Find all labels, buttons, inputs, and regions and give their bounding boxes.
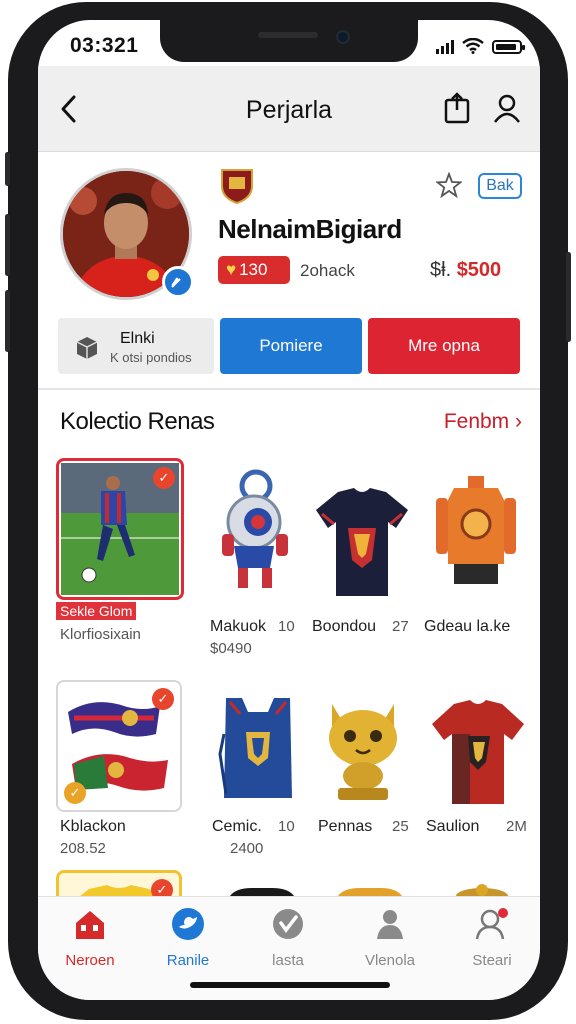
status-time: 03:321 xyxy=(70,34,139,57)
action-row: Elnki K otsi pondios Pomiere Mre opna xyxy=(58,318,520,374)
player-profile-header: Bak NelnaimBigiard ♥ 130 2ohack $ⱡ. $500 xyxy=(38,162,540,312)
info-line-2: K otsi pondios xyxy=(110,350,192,365)
profile-icon xyxy=(475,908,508,940)
collection-item[interactable]: ✓ ✓ Kblackon 208.52 xyxy=(56,680,186,870)
bird-icon xyxy=(172,908,204,940)
item-name: Sekle Glom xyxy=(56,602,137,620)
profile-subtext: 2ohack xyxy=(300,261,355,280)
item-card-frame: ✓ ✓ xyxy=(56,680,182,812)
notch xyxy=(160,20,418,62)
tab-label: Neroen xyxy=(65,952,115,969)
robot-mascot-figure-image xyxy=(222,469,288,588)
tab-home[interactable]: Neroen xyxy=(50,907,130,969)
volume-down-button xyxy=(5,290,10,352)
tab-profile[interactable]: Steari xyxy=(452,907,532,969)
tab-ranking[interactable]: Ranile xyxy=(148,907,228,969)
card-tier-badge-icon: ✓ xyxy=(64,782,86,804)
home-icon xyxy=(76,911,104,939)
collection-header: Kolectio Renas Fenbm › xyxy=(38,404,540,444)
verified-badge-icon xyxy=(162,266,194,298)
status-indicators xyxy=(436,38,525,54)
item-price: $0490 xyxy=(210,640,252,657)
battery-icon xyxy=(492,40,525,54)
top-navigation-bar: Perjarla xyxy=(38,66,540,152)
card-rating-badge-icon: ✓ xyxy=(153,467,175,489)
collection-item[interactable]: Cemic. 10 2400 xyxy=(198,680,308,870)
more-options-button[interactable]: Mre opna xyxy=(368,318,520,374)
item-count: 25 xyxy=(392,818,409,835)
item-name: Kblackon xyxy=(60,818,126,835)
wifi-icon xyxy=(462,38,484,54)
mute-switch xyxy=(5,152,10,186)
collection-item[interactable]: Pennas 25 xyxy=(308,680,418,870)
item-name: Gdeau la.ke xyxy=(424,618,511,635)
item-price: 2400 xyxy=(230,840,264,857)
inventory-info-button[interactable]: Elnki K otsi pondios xyxy=(58,318,214,374)
collection-item[interactable]: Saulion 2M xyxy=(420,680,536,870)
likes-count: 130 xyxy=(239,260,268,279)
item-count: 2M xyxy=(506,818,527,835)
info-line-1: Elnki xyxy=(120,330,155,347)
tab-last[interactable]: lasta xyxy=(248,907,328,969)
collection-item[interactable]: Makuok 10 $0490 xyxy=(198,458,308,657)
item-name: Makuok xyxy=(210,618,267,635)
price-currency: $ⱡ. xyxy=(430,259,452,281)
item-subtext: Klorfiosixain xyxy=(60,626,141,643)
heart-icon: ♥ xyxy=(226,260,237,279)
bottom-tab-bar: Neroen Ranile lasta Vlenola Steari xyxy=(38,896,540,1000)
item-count: 27 xyxy=(392,618,409,635)
section-divider xyxy=(38,388,540,390)
collection-item[interactable]: Boondou 27 xyxy=(308,458,418,648)
item-name: Boondou xyxy=(312,618,377,635)
home-indicator[interactable] xyxy=(190,982,390,988)
check-shield-icon xyxy=(273,909,303,939)
account-icon[interactable] xyxy=(492,92,522,124)
person-group-icon xyxy=(377,910,403,939)
tab-label: lasta xyxy=(272,952,304,969)
item-subtext: 208.52 xyxy=(60,840,106,857)
item-name: Saulion xyxy=(426,818,480,835)
favorite-star-icon[interactable] xyxy=(436,172,462,198)
bak-button[interactable]: Bak xyxy=(478,173,522,199)
tab-community[interactable]: Vlenola xyxy=(350,907,430,969)
gold-cat-figure-image xyxy=(329,704,397,800)
tab-label: Steari xyxy=(472,952,512,969)
card-rating-badge-icon: ✓ xyxy=(152,688,174,710)
item-count: 10 xyxy=(278,818,295,835)
likes-badge[interactable]: ♥ 130 xyxy=(218,256,290,284)
orange-kit-image xyxy=(436,476,516,584)
tab-label: Ranile xyxy=(166,952,210,969)
volume-up-button xyxy=(5,214,10,276)
phone-frame: 03:321 Perjarla Bak NelnaimBigiard ♥ 130… xyxy=(5,2,571,1020)
player-name: NelnaimBigiard xyxy=(218,214,402,244)
screen: 03:321 Perjarla Bak NelnaimBigiard ♥ 130… xyxy=(38,20,540,1000)
item-card-frame: ✓ xyxy=(56,458,184,600)
premiere-button[interactable]: Pomiere xyxy=(220,318,362,374)
navy-jersey-image xyxy=(316,488,408,596)
collection-more-link[interactable]: Fenbm › xyxy=(444,410,522,434)
club-crest-icon xyxy=(221,169,253,204)
share-icon[interactable] xyxy=(442,92,472,124)
collection-title: Kolectio Renas xyxy=(60,408,215,435)
price-amount: $500 xyxy=(456,259,502,281)
item-name: Cemic. xyxy=(212,818,262,835)
item-name: Pennas xyxy=(318,818,373,835)
price-display: $ⱡ. $500 xyxy=(430,259,501,282)
more-link-label: Fenbm xyxy=(443,410,510,433)
collection-grid: ✓ Sekle Glom Klorfiosixain Makuok 10 $04… xyxy=(38,456,540,910)
power-button xyxy=(566,252,571,342)
item-count: 10 xyxy=(278,618,295,635)
red-jersey-image xyxy=(432,700,524,804)
collection-item[interactable]: ✓ Sekle Glom Klorfiosixain xyxy=(56,458,186,648)
cellular-signal-icon xyxy=(436,40,454,54)
box-icon xyxy=(76,337,98,359)
blue-vest-image xyxy=(218,698,292,798)
tab-label: Vlenola xyxy=(364,952,416,969)
collection-item[interactable]: Gdeau la.ke xyxy=(420,458,536,648)
